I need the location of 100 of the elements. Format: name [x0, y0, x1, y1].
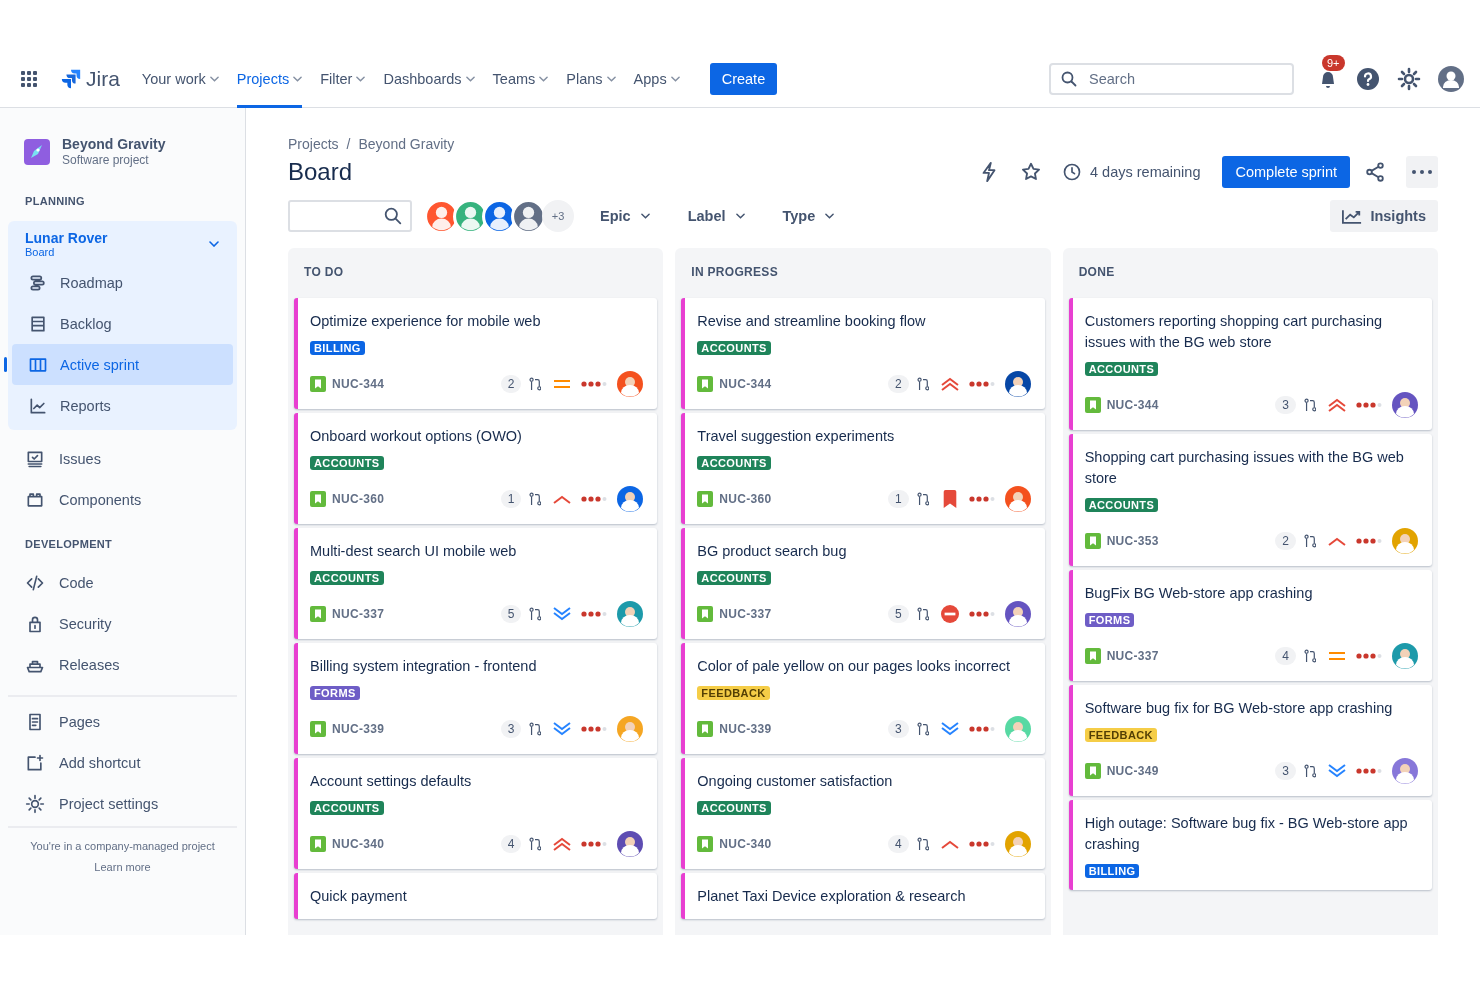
estimate-dots-icon: [1356, 653, 1382, 659]
issue-card[interactable]: Onboard workout options (OWO) ACCOUNTS NUC-360 1: [294, 413, 658, 524]
assignee-avatar[interactable]: [617, 831, 644, 857]
issue-card[interactable]: Billing system integration - frontend FORMS NUC-339 3: [294, 643, 658, 754]
sidebar-item[interactable]: Security: [8, 603, 237, 644]
count-badge: 2: [1275, 532, 1296, 550]
issue-card[interactable]: Quick payment: [294, 873, 658, 919]
count-badge: 4: [887, 835, 909, 853]
sidebar-item[interactable]: Components: [8, 479, 237, 520]
learn-more-link[interactable]: Learn more: [94, 861, 151, 873]
issue-card[interactable]: Software bug fix for BG Web-store app crashing FEEDBACK NUC-349 3: [1068, 685, 1432, 796]
nav-menu-item[interactable]: Plans: [566, 50, 616, 108]
issue-card[interactable]: Revise and streamline booking flow ACCOUNTS NUC-344 2: [681, 298, 1045, 409]
issue-card[interactable]: Planet Taxi Device exploration & research: [681, 873, 1045, 919]
sidebar-item[interactable]: Active sprint: [12, 344, 233, 385]
issue-key[interactable]: NUC-337: [1106, 649, 1159, 663]
breadcrumb-link[interactable]: Projects: [288, 136, 339, 152]
search-icon: [384, 207, 402, 225]
board-search-field[interactable]: [288, 200, 412, 232]
story-icon: [310, 721, 326, 737]
profile-avatar-icon[interactable]: [1438, 65, 1464, 92]
footer-note: You're in a company-managed project: [30, 840, 215, 852]
project-type: Software project: [62, 153, 150, 167]
issue-key[interactable]: NUC-344: [719, 377, 772, 391]
card-title: High outage: Software bug fix - BG Web-store app crashing: [1084, 814, 1409, 854]
issue-card[interactable]: Account settings defaults ACCOUNTS NUC-340 4: [294, 758, 658, 869]
sidebar-item[interactable]: Code: [8, 562, 237, 603]
share-icon[interactable]: [1364, 161, 1386, 183]
count-badge: 1: [887, 490, 909, 508]
issue-key[interactable]: NUC-339: [719, 722, 772, 736]
sidebar-item[interactable]: Add shortcut: [8, 742, 237, 783]
issue-card[interactable]: Color of pale yellow on our pages looks incorrect FEEDBACK NUC-339 3: [681, 643, 1045, 754]
issue-key[interactable]: NUC-353: [1106, 534, 1159, 548]
issue-card[interactable]: BG product search bug ACCOUNTS NUC-337 5: [681, 528, 1045, 639]
sidebar-item[interactable]: Project settings: [8, 783, 237, 824]
search-field[interactable]: Search: [1049, 62, 1294, 95]
card-title: BG product search bug: [697, 542, 847, 561]
pull-request-icon: [529, 492, 542, 506]
issue-card[interactable]: Multi-dest search UI mobile web ACCOUNTS NUC-337 5: [294, 528, 658, 639]
card-label-tag: FEEDBACK: [697, 686, 770, 700]
sidebar-item[interactable]: Pages: [8, 701, 237, 742]
more-people-count[interactable]: +3: [542, 200, 574, 232]
issue-key[interactable]: NUC-340: [719, 837, 772, 851]
nav-menu-item[interactable]: Filter: [320, 50, 366, 108]
issue-card[interactable]: Optimize experience for mobile web BILLING NUC-344 2: [294, 298, 658, 409]
complete-sprint-button[interactable]: Complete sprint: [1222, 156, 1350, 188]
issue-card[interactable]: Shopping cart purchasing issues with the BG web store ACCOUNTS NUC-353 2: [1068, 434, 1432, 566]
issue-key[interactable]: NUC-349: [1106, 764, 1159, 778]
sidebar-item[interactable]: Issues: [8, 438, 237, 479]
filter-dropdown[interactable]: Type: [782, 208, 835, 224]
star-icon[interactable]: [1020, 161, 1043, 183]
issue-key[interactable]: NUC-337: [719, 607, 772, 621]
pull-request-icon: [916, 837, 929, 851]
nav-menu-item[interactable]: Teams: [492, 50, 549, 108]
pull-request-icon: [529, 377, 542, 391]
story-icon: [697, 491, 714, 507]
card-title: Billing system integration - frontend: [310, 657, 537, 676]
sidebar-item[interactable]: Roadmap: [12, 262, 233, 303]
issue-key[interactable]: NUC-344: [1106, 398, 1159, 412]
count-badge: 1: [500, 490, 522, 508]
sidebar-item[interactable]: Reports: [12, 385, 233, 426]
create-button[interactable]: Create: [709, 62, 778, 95]
nav-menu-item[interactable]: Dashboards: [383, 50, 475, 108]
card-title: Shopping cart purchasing issues with the BG web store: [1084, 448, 1405, 488]
issue-key[interactable]: NUC-337: [332, 607, 385, 621]
assignee-avatar[interactable]: [1004, 486, 1031, 512]
nav-menu-item[interactable]: Apps: [633, 50, 680, 108]
jira-logo-icon[interactable]: [60, 67, 82, 90]
insights-button[interactable]: Insights: [1330, 200, 1438, 232]
board-selector[interactable]: Lunar Rover Board: [12, 226, 233, 262]
issue-card[interactable]: Customers reporting shopping cart purchasing issues with the BG web store ACCOUNTS NUC-344 3: [1068, 298, 1432, 430]
nav-menu-item[interactable]: Your work: [141, 50, 219, 108]
assignee-avatar[interactable]: [1004, 601, 1031, 627]
help-icon[interactable]: [1356, 66, 1380, 91]
app-switcher-icon[interactable]: [20, 69, 38, 88]
filter-dropdown[interactable]: Label: [687, 208, 745, 224]
story-icon: [1084, 397, 1101, 413]
issue-card[interactable]: High outage: Software bug fix - BG Web-store app crashing BILLING: [1068, 800, 1432, 890]
assignee-avatar[interactable]: [617, 371, 644, 397]
assignee-avatar[interactable]: [617, 486, 644, 512]
issue-card[interactable]: Travel suggestion experiments ACCOUNTS NUC-360 1: [681, 413, 1045, 524]
filter-dropdown[interactable]: Epic: [600, 208, 650, 224]
issue-card[interactable]: Ongoing customer satisfaction ACCOUNTS NUC-340 4: [681, 758, 1045, 869]
chevron-down-icon: [356, 75, 366, 82]
assignee-avatar[interactable]: [1004, 371, 1031, 397]
chevron-down-icon: [209, 75, 219, 82]
issue-key[interactable]: NUC-340: [332, 837, 385, 851]
issue-key[interactable]: NUC-360: [332, 492, 385, 506]
section-heading: DEVELOPMENT: [24, 538, 113, 550]
assignee-avatar[interactable]: [1392, 758, 1418, 784]
more-actions-button[interactable]: [1406, 156, 1438, 188]
estimate-dots-icon: [968, 611, 995, 617]
sidebar-item[interactable]: Releases: [8, 644, 237, 685]
issue-card[interactable]: BugFix BG Web-store app crashing FORMS NUC-337 4: [1068, 570, 1432, 681]
issue-key[interactable]: NUC-360: [719, 492, 772, 506]
assignee-avatar[interactable]: [1392, 392, 1418, 418]
breadcrumb-link[interactable]: Beyond Gravity: [358, 136, 455, 152]
sidebar-item[interactable]: Backlog: [12, 303, 233, 344]
issue-key[interactable]: NUC-344: [332, 377, 385, 391]
issue-key[interactable]: NUC-339: [332, 722, 385, 736]
